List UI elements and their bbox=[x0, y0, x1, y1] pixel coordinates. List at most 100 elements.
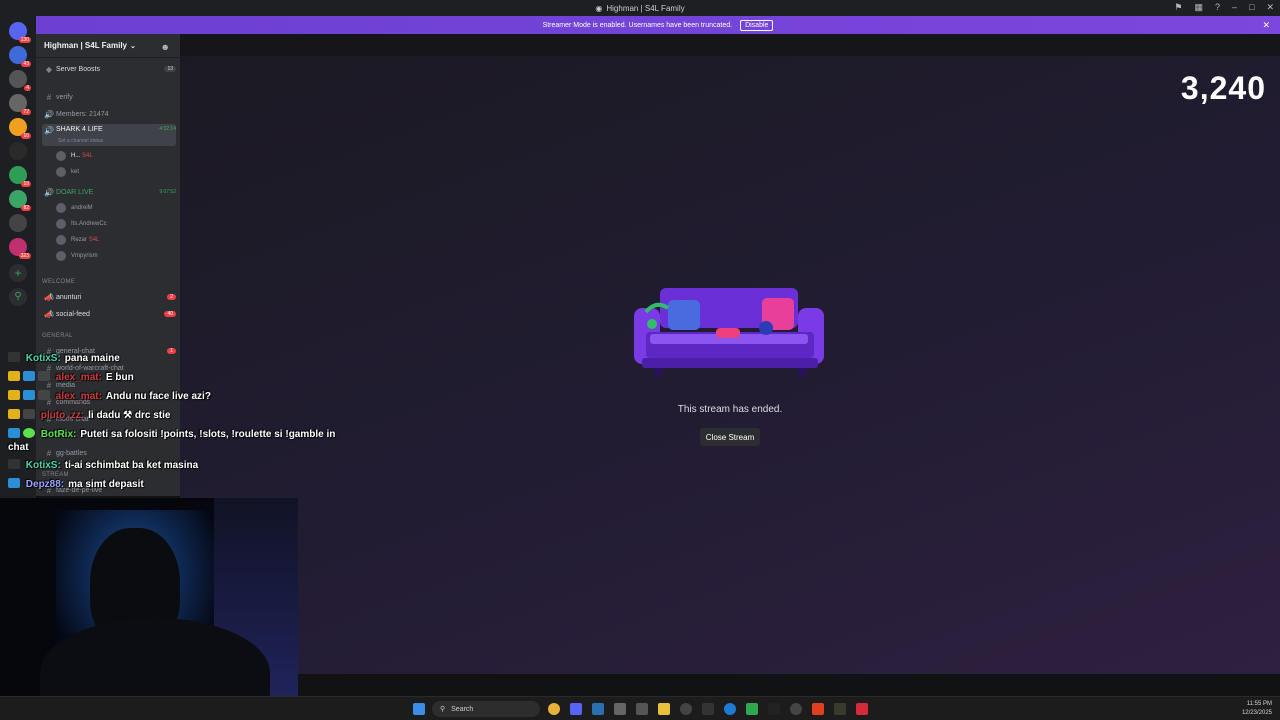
taskbar-search[interactable]: ⚲ Search bbox=[432, 701, 540, 717]
server-icon[interactable] bbox=[9, 214, 27, 232]
close-window-icon[interactable]: ✕ bbox=[1266, 2, 1274, 13]
badge: 130 bbox=[18, 37, 31, 43]
inbox-icon[interactable]: ⚑ bbox=[1174, 2, 1182, 13]
voice-user[interactable]: Vmpyrism bbox=[56, 249, 98, 263]
window-title: Highman | S4L Family bbox=[606, 3, 685, 13]
voice-channel-doar-live[interactable]: 🔊 DOAR LIVE 9:07:52 bbox=[42, 185, 176, 199]
boost-count: 13 bbox=[164, 66, 176, 72]
bot-badge-icon bbox=[23, 428, 35, 438]
badge: 72 bbox=[21, 109, 31, 115]
app-icon[interactable] bbox=[768, 703, 780, 715]
crown-badge-icon bbox=[8, 390, 20, 400]
unread-count: 1 bbox=[167, 348, 176, 354]
server-icon[interactable] bbox=[9, 142, 27, 160]
chat-message: alex_mat: Andu nu face live azi? bbox=[8, 390, 211, 402]
channel-verify[interactable]: # verify bbox=[42, 90, 176, 104]
close-stream-button[interactable]: Close Stream bbox=[700, 428, 760, 446]
channel-sidebar: Highman | S4L Family ⌄ ☻ ◆ Server Boosts… bbox=[36, 34, 180, 496]
speaker-icon: 🔊 bbox=[44, 187, 54, 197]
chat-message: pluto_zz: li dadu ⚒ drc stie bbox=[8, 409, 170, 421]
maximize-icon[interactable]: □ bbox=[1249, 2, 1254, 13]
megaphone-icon: 📣 bbox=[44, 292, 54, 302]
close-banner-icon[interactable]: ✕ bbox=[1262, 20, 1270, 31]
user-name: andreiM bbox=[71, 205, 93, 211]
system-tray[interactable]: 11:55 PM 12/23/2025 bbox=[1242, 700, 1272, 718]
channel-status[interactable]: Set a channel status bbox=[58, 138, 103, 144]
invite-icon[interactable]: ☻ bbox=[161, 42, 170, 52]
chevron-down-icon: ⌄ bbox=[130, 42, 136, 50]
badge: 323 bbox=[18, 253, 31, 259]
voice-user[interactable]: ket bbox=[56, 165, 79, 179]
app-icon[interactable] bbox=[680, 703, 692, 715]
screen-share-icon[interactable]: ▦ bbox=[1194, 2, 1203, 13]
sword-badge-icon bbox=[38, 390, 50, 400]
sword-badge-icon bbox=[23, 409, 35, 419]
steam-icon[interactable] bbox=[592, 703, 604, 715]
server-icon[interactable]: 323 bbox=[9, 238, 31, 259]
app-icon[interactable] bbox=[790, 703, 802, 715]
server-icon[interactable]: 4 bbox=[9, 70, 31, 91]
voice-timer: 9:07:52 bbox=[159, 189, 176, 195]
app-icon[interactable] bbox=[856, 703, 868, 715]
start-icon[interactable] bbox=[413, 703, 425, 715]
speaker-icon: 🔊 bbox=[44, 126, 54, 135]
app-icon[interactable] bbox=[724, 703, 736, 715]
badge: 19 bbox=[21, 181, 31, 187]
server-icon[interactable]: 82 bbox=[9, 190, 31, 211]
chat-text: ma simt depasit bbox=[68, 479, 144, 490]
user-name: H... bbox=[71, 153, 81, 159]
sub-badge-icon bbox=[23, 371, 35, 381]
help-icon[interactable]: ? bbox=[1215, 2, 1220, 13]
app-icon[interactable] bbox=[702, 703, 714, 715]
user-tag: S4L bbox=[88, 237, 100, 243]
speaker-icon: 🔊 bbox=[44, 109, 54, 119]
server-icon[interactable]: 72 bbox=[9, 94, 31, 115]
boost-icon: ◆ bbox=[45, 64, 53, 74]
app-icon[interactable] bbox=[834, 703, 846, 715]
avatar bbox=[56, 167, 66, 177]
disable-streamer-mode-button[interactable]: Disable bbox=[740, 19, 774, 31]
server-header[interactable]: Highman | S4L Family ⌄ ☻ bbox=[36, 34, 180, 58]
user-name: Vmpyrism bbox=[71, 253, 98, 259]
chat-message: KotixS: ti-ai schimbat ba ket masina bbox=[8, 459, 198, 471]
channel-name: SHARK 4 LIFE bbox=[56, 126, 103, 133]
brave-icon[interactable] bbox=[812, 703, 824, 715]
server-icon[interactable]: 19 bbox=[9, 166, 31, 187]
chrome-icon[interactable] bbox=[548, 703, 560, 715]
channel-name: DOAR LIVE bbox=[56, 188, 94, 196]
category-welcome[interactable]: WELCOME bbox=[42, 279, 75, 285]
voice-user[interactable]: Its.AndrewCc bbox=[56, 217, 107, 231]
discord-icon[interactable] bbox=[570, 703, 582, 715]
chat-text: Andu nu face live azi? bbox=[105, 391, 211, 402]
server-icon[interactable]: 43 bbox=[9, 46, 31, 67]
server-boosts-label: Server Boosts bbox=[56, 65, 100, 73]
minimize-icon[interactable]: – bbox=[1232, 2, 1237, 13]
server-icon-dm[interactable]: 130 bbox=[9, 22, 31, 43]
add-server-icon[interactable]: + bbox=[9, 264, 27, 282]
category-general[interactable]: GENERAL bbox=[42, 333, 73, 339]
voice-user[interactable]: andreiM bbox=[56, 201, 93, 215]
channel-gg-battles[interactable]: # gg-battles bbox=[42, 446, 176, 460]
verified-badge-icon bbox=[8, 428, 20, 438]
explore-servers-icon[interactable]: ⚲ bbox=[9, 288, 27, 306]
clock-time: 11:55 PM bbox=[1246, 701, 1272, 707]
channel-anunturi[interactable]: 📣 anunturi 2 bbox=[42, 290, 176, 304]
app-icon[interactable] bbox=[614, 703, 626, 715]
badge: 43 bbox=[21, 61, 31, 67]
badge: 82 bbox=[21, 205, 31, 211]
app-icon[interactable] bbox=[636, 703, 648, 715]
channel-members[interactable]: 🔊 Members: 21474 bbox=[42, 107, 176, 121]
chat-message: alex_mat: E bun bbox=[8, 371, 134, 383]
xbox-icon[interactable] bbox=[746, 703, 758, 715]
voice-user[interactable]: Rezar S4L bbox=[56, 233, 99, 247]
voice-user[interactable]: H... S4L bbox=[56, 149, 93, 163]
avatar bbox=[56, 219, 66, 229]
search-icon: ⚲ bbox=[440, 706, 446, 713]
window-title-bar: ◉ Highman | S4L Family bbox=[0, 0, 1280, 16]
server-boosts[interactable]: ◆ Server Boosts 13 bbox=[42, 62, 176, 76]
channel-social-feed[interactable]: 📣 social-feed 40 bbox=[42, 307, 176, 321]
server-icon[interactable]: 10 bbox=[9, 118, 31, 139]
sword-badge-icon bbox=[8, 352, 20, 362]
file-explorer-icon[interactable] bbox=[658, 703, 670, 715]
badge: 4 bbox=[24, 85, 31, 91]
